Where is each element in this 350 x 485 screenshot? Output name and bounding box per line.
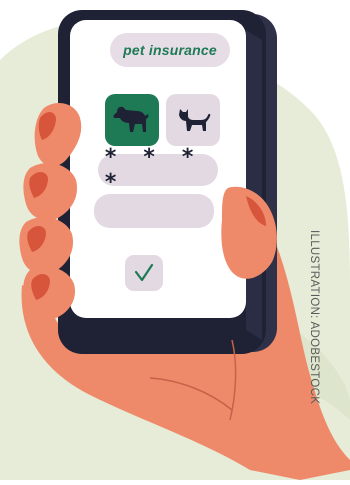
illustration-scene: pet insurance * * * * ILLUSTRATION: ADOB… bbox=[0, 0, 350, 481]
hand-holding-phone-illustration bbox=[0, 10, 350, 481]
confirm-button[interactable] bbox=[125, 255, 163, 291]
empty-input-field[interactable] bbox=[94, 194, 214, 228]
dog-option-button[interactable] bbox=[105, 94, 159, 146]
dog-icon bbox=[113, 106, 149, 132]
illustration-credit: ILLUSTRATION: ADOBESTOCK bbox=[308, 230, 320, 405]
cat-option-button[interactable] bbox=[166, 94, 220, 146]
cat-icon bbox=[179, 109, 211, 131]
app-title: pet insurance bbox=[110, 33, 230, 67]
checkmark-icon bbox=[134, 263, 154, 282]
pin-input[interactable]: * * * * bbox=[98, 145, 218, 195]
